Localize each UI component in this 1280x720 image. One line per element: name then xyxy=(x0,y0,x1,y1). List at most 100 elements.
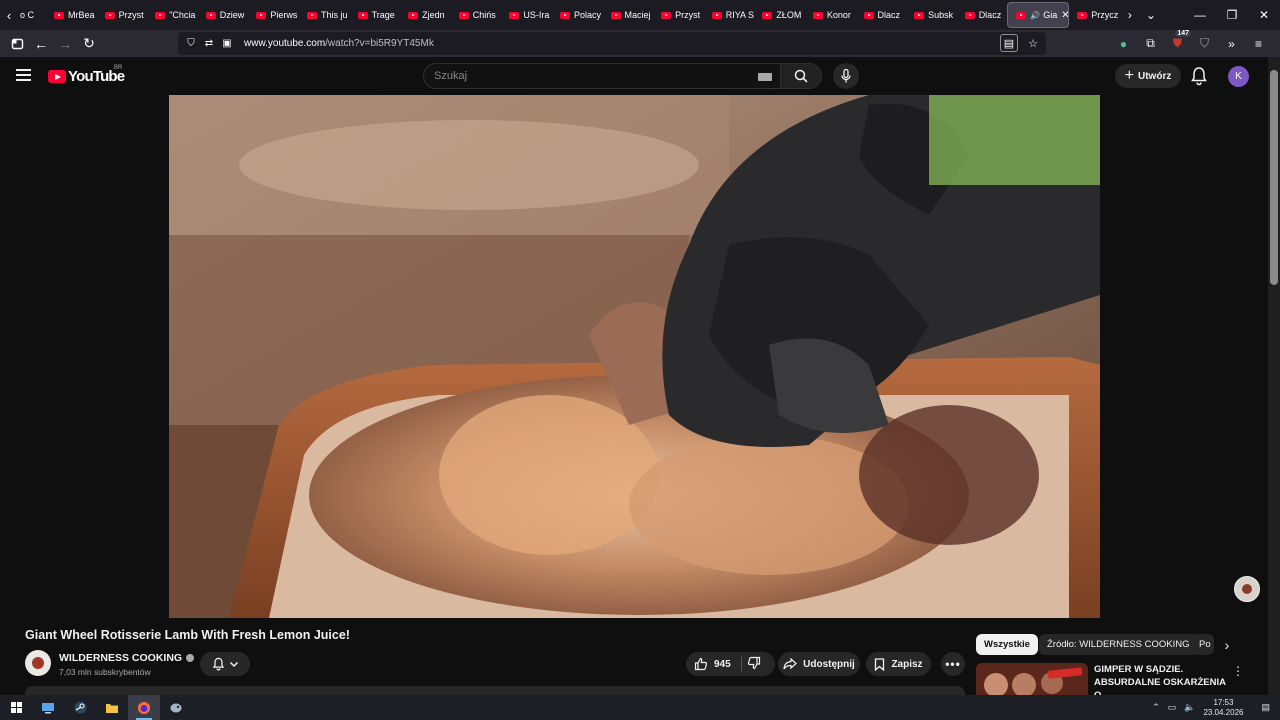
page-scrollbar[interactable] xyxy=(1268,57,1280,695)
browser-tab[interactable]: Przyst xyxy=(97,2,148,28)
filter-chip[interactable]: Po xyxy=(1192,634,1214,655)
app-menu-icon[interactable]: ≡ xyxy=(1249,33,1268,54)
like-count[interactable]: 945 xyxy=(714,659,731,670)
tab-overview-icon[interactable] xyxy=(5,32,29,56)
chips-next-chevron-icon[interactable]: › xyxy=(1218,636,1236,654)
search-button[interactable] xyxy=(781,63,822,89)
notification-center-icon[interactable]: ▤ xyxy=(1261,702,1270,713)
recommended-more-icon[interactable]: ⋮ xyxy=(1232,664,1244,678)
browser-tab[interactable]: Zjedn xyxy=(400,2,451,28)
browser-tab[interactable]: Trage xyxy=(350,2,401,28)
search-bar: Szukaj xyxy=(423,63,822,89)
restore-icon[interactable]: ❐ xyxy=(1216,0,1248,30)
tab-label: Gia xyxy=(1043,10,1058,20)
keyboard-icon[interactable] xyxy=(758,73,772,81)
url-text[interactable]: www.youtube.com/watch?v=bi5R9YT45Mk xyxy=(244,38,434,49)
tab-scroll-right-icon[interactable]: › xyxy=(1128,8,1132,22)
vpn-shield-icon[interactable]: ● xyxy=(1114,33,1133,54)
voice-search-button[interactable] xyxy=(833,63,859,89)
close-tab-icon[interactable]: ✕ xyxy=(1061,10,1068,21)
back-icon[interactable]: ← xyxy=(29,32,53,56)
browser-tab[interactable]: ZŁOM xyxy=(754,2,805,28)
browser-tab[interactable]: Przycz xyxy=(1069,2,1120,28)
youtube-favicon-icon xyxy=(458,11,469,19)
youtube-favicon-icon xyxy=(914,11,925,19)
video-player[interactable] xyxy=(169,95,1100,618)
hamburger-menu-icon[interactable] xyxy=(16,69,31,81)
browser-tab[interactable]: Chińs xyxy=(451,2,502,28)
windows-start-icon[interactable] xyxy=(0,695,32,720)
notifications-bell-icon[interactable] xyxy=(1190,66,1208,86)
forward-icon[interactable]: → xyxy=(53,32,77,56)
channel-name[interactable]: WILDERNESS COOKING xyxy=(59,652,195,664)
recommended-video-thumbnail[interactable] xyxy=(976,663,1088,695)
filter-chip[interactable]: Wszystkie xyxy=(976,634,1038,655)
like-icon[interactable] xyxy=(694,657,708,671)
tab-list-dropdown-icon[interactable]: ⌄ xyxy=(1146,8,1156,22)
tab-label: Chińs xyxy=(472,10,496,20)
share-button[interactable]: Udostępnij xyxy=(778,652,860,676)
reader-view-icon[interactable]: ▤ xyxy=(1000,34,1018,52)
description-box[interactable] xyxy=(25,686,965,695)
url-bar[interactable]: ⛉ ⇄ ▣ www.youtube.com/watch?v=bi5R9YT45M… xyxy=(178,32,1046,55)
tracking-protection-icon[interactable]: ⛉ xyxy=(184,38,198,49)
filter-chip[interactable]: Źródło: WILDERNESS COOKING xyxy=(1039,634,1198,655)
youtube-favicon-icon xyxy=(54,11,64,19)
clock[interactable]: 17:53 23.04.2026 xyxy=(1203,698,1243,718)
firefox-icon[interactable] xyxy=(128,695,160,720)
bookmark-star-icon[interactable]: ☆ xyxy=(1024,34,1042,52)
file-explorer-icon[interactable] xyxy=(96,695,128,720)
this-pc-icon[interactable] xyxy=(32,695,64,720)
youtube-favicon-icon xyxy=(863,11,874,19)
steam-icon[interactable] xyxy=(64,695,96,720)
tab-label: Polacy xyxy=(573,10,601,20)
browser-tab[interactable]: Przyst xyxy=(653,2,704,28)
window-close-icon[interactable]: ✕ xyxy=(1248,0,1280,30)
create-button[interactable]: + Utwórz xyxy=(1115,64,1181,88)
extensions-icon[interactable]: ⧉ xyxy=(1141,33,1160,54)
browser-tab[interactable]: RIYA S xyxy=(704,2,755,28)
shield-extension-icon[interactable]: ⛉ xyxy=(1195,33,1214,54)
search-input[interactable]: Szukaj xyxy=(423,63,781,89)
minimize-icon[interactable]: — xyxy=(1184,0,1216,30)
autoplay-blocked-icon[interactable]: ▣ xyxy=(220,38,234,49)
speaker-icon[interactable]: 🔊 xyxy=(1030,11,1040,20)
channel-watermark-icon[interactable] xyxy=(1234,576,1260,602)
video-title: Giant Wheel Rotisserie Lamb With Fresh L… xyxy=(25,628,350,642)
browser-tab[interactable]: MrBea xyxy=(46,2,97,28)
ublock-icon[interactable]: ⛊ 147 xyxy=(1168,30,1191,54)
browser-tab[interactable]: Konor xyxy=(805,2,856,28)
create-label: Utwórz xyxy=(1138,70,1172,82)
more-actions-button[interactable]: ••• xyxy=(941,652,965,676)
tab-label: Dlacz xyxy=(978,10,1002,20)
network-icon[interactable]: ▭ xyxy=(1168,702,1177,713)
channel-avatar[interactable] xyxy=(25,650,51,676)
tab-label: Przyst xyxy=(675,10,701,20)
volume-icon[interactable]: 🔈 xyxy=(1184,702,1195,713)
browser-tab[interactable]: This ju xyxy=(299,2,350,28)
overflow-chevron-icon[interactable]: » xyxy=(1222,33,1241,54)
browser-tab[interactable]: "Chcia xyxy=(147,2,198,28)
subscription-notifications-button[interactable] xyxy=(200,652,250,676)
browser-tab[interactable]: Dziew xyxy=(198,2,249,28)
app-parrot-icon[interactable] xyxy=(160,695,192,720)
youtube-logo[interactable]: YouTube BR xyxy=(48,65,125,85)
browser-tab[interactable]: Polacy xyxy=(552,2,603,28)
browser-tab[interactable]: Maciej xyxy=(603,2,654,28)
browser-tab[interactable]: Subsk xyxy=(906,2,957,28)
dislike-icon[interactable] xyxy=(747,656,761,670)
account-avatar[interactable]: K xyxy=(1228,66,1249,87)
browser-tab-active[interactable]: 🔊 Gia ✕ xyxy=(1007,2,1070,28)
browser-tab[interactable]: Dlacz xyxy=(957,2,1008,28)
tray-overflow-icon[interactable]: ⌃ xyxy=(1152,702,1160,713)
browser-tab[interactable]: Dlacz xyxy=(856,2,907,28)
tab-scroll-left-button[interactable]: ‹ xyxy=(0,0,18,30)
browser-tab[interactable]: US-Ira xyxy=(501,2,552,28)
permissions-icon[interactable]: ⇄ xyxy=(202,38,216,49)
reload-icon[interactable]: ↻ xyxy=(77,32,101,56)
browser-tab[interactable]: Pierws xyxy=(248,2,299,28)
verified-badge-icon xyxy=(186,654,195,662)
browser-tab[interactable]: o C xyxy=(18,2,46,28)
save-button[interactable]: Zapisz xyxy=(866,652,931,676)
scrollbar-thumb[interactable] xyxy=(1270,70,1278,285)
